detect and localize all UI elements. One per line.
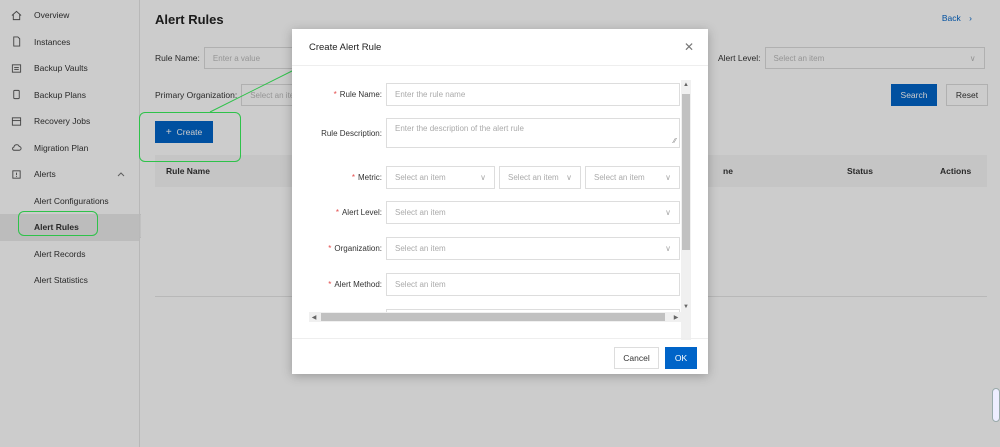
form-row-metric: * Metric: Select an item ∨ Select an item… <box>306 166 680 189</box>
modal-footer: Cancel OK <box>292 338 708 374</box>
modal-horizontal-scrollbar[interactable]: ◀ ▶ <box>309 312 681 322</box>
rule-description-textarea[interactable]: Enter the description of the alert rule … <box>386 118 680 148</box>
modal-header: Create Alert Rule ✕ <box>292 29 708 66</box>
scroll-up-icon[interactable]: ▲ <box>681 80 691 90</box>
scroll-right-icon[interactable]: ▶ <box>671 312 681 322</box>
rule-description-placeholder: Enter the description of the alert rule <box>395 124 524 133</box>
metric-label: * Metric: <box>351 173 382 182</box>
metric-select-3-value: Select an item <box>594 173 645 182</box>
organization-select[interactable]: Select an item ∨ <box>386 237 680 260</box>
scroll-left-icon[interactable]: ◀ <box>309 312 319 322</box>
alert-level-select[interactable]: Select an item ∨ <box>386 201 680 224</box>
rule-description-label: Rule Description: <box>321 128 382 138</box>
cancel-button[interactable]: Cancel <box>614 347 659 369</box>
organization-value: Select an item <box>395 244 446 253</box>
alert-level-label: * Alert Level: <box>335 208 382 217</box>
organization-label: * Organization: <box>328 244 382 253</box>
metric-select-1[interactable]: Select an item ∨ <box>386 166 495 189</box>
ok-button[interactable]: OK <box>665 347 697 369</box>
chevron-down-icon: ∨ <box>566 173 572 182</box>
rule-name-label: * Rule Name: <box>333 90 382 99</box>
horizontal-scroll-thumb[interactable] <box>321 313 665 321</box>
vertical-scroll-thumb[interactable] <box>682 94 690 250</box>
alert-level-value: Select an item <box>395 208 446 217</box>
alert-method-select[interactable]: Select an item <box>386 273 680 296</box>
chevron-down-icon: ∨ <box>480 173 486 182</box>
form-row-rule-description: Rule Description: Enter the description … <box>306 118 680 148</box>
metric-select-1-value: Select an item <box>395 173 446 182</box>
form-row-organization: * Organization: Select an item ∨ <box>306 237 680 260</box>
form-row-rule-name: * Rule Name: Enter the rule name <box>306 83 680 106</box>
scroll-down-icon[interactable]: ▼ <box>681 302 691 312</box>
metric-select-2-value: Select an item <box>508 173 559 182</box>
form-row-alert-level: * Alert Level: Select an item ∨ <box>306 201 680 224</box>
chevron-down-icon: ∨ <box>665 244 671 253</box>
chevron-down-icon: ∨ <box>665 208 671 217</box>
modal-vertical-scrollbar[interactable]: ▲ ▼ <box>681 80 691 340</box>
metric-select-3[interactable]: Select an item ∨ <box>585 166 680 189</box>
alert-method-label: * Alert Method: <box>328 280 382 289</box>
resize-grip-icon[interactable]: ⁄⁄ <box>674 138 676 145</box>
rule-name-input[interactable]: Enter the rule name <box>386 83 680 106</box>
chevron-down-icon: ∨ <box>665 173 671 182</box>
form-row-alert-method: * Alert Method: Select an item <box>306 273 680 296</box>
close-icon[interactable]: ✕ <box>684 41 694 53</box>
create-alert-rule-dialog: Create Alert Rule ✕ * Rule Name: Enter th… <box>292 29 708 374</box>
modal-title: Create Alert Rule <box>309 42 382 53</box>
modal-form: * Rule Name: Enter the rule name Rule Des… <box>306 77 693 319</box>
page-scroll-indicator[interactable] <box>992 388 1000 422</box>
metric-select-2[interactable]: Select an item ∨ <box>499 166 581 189</box>
